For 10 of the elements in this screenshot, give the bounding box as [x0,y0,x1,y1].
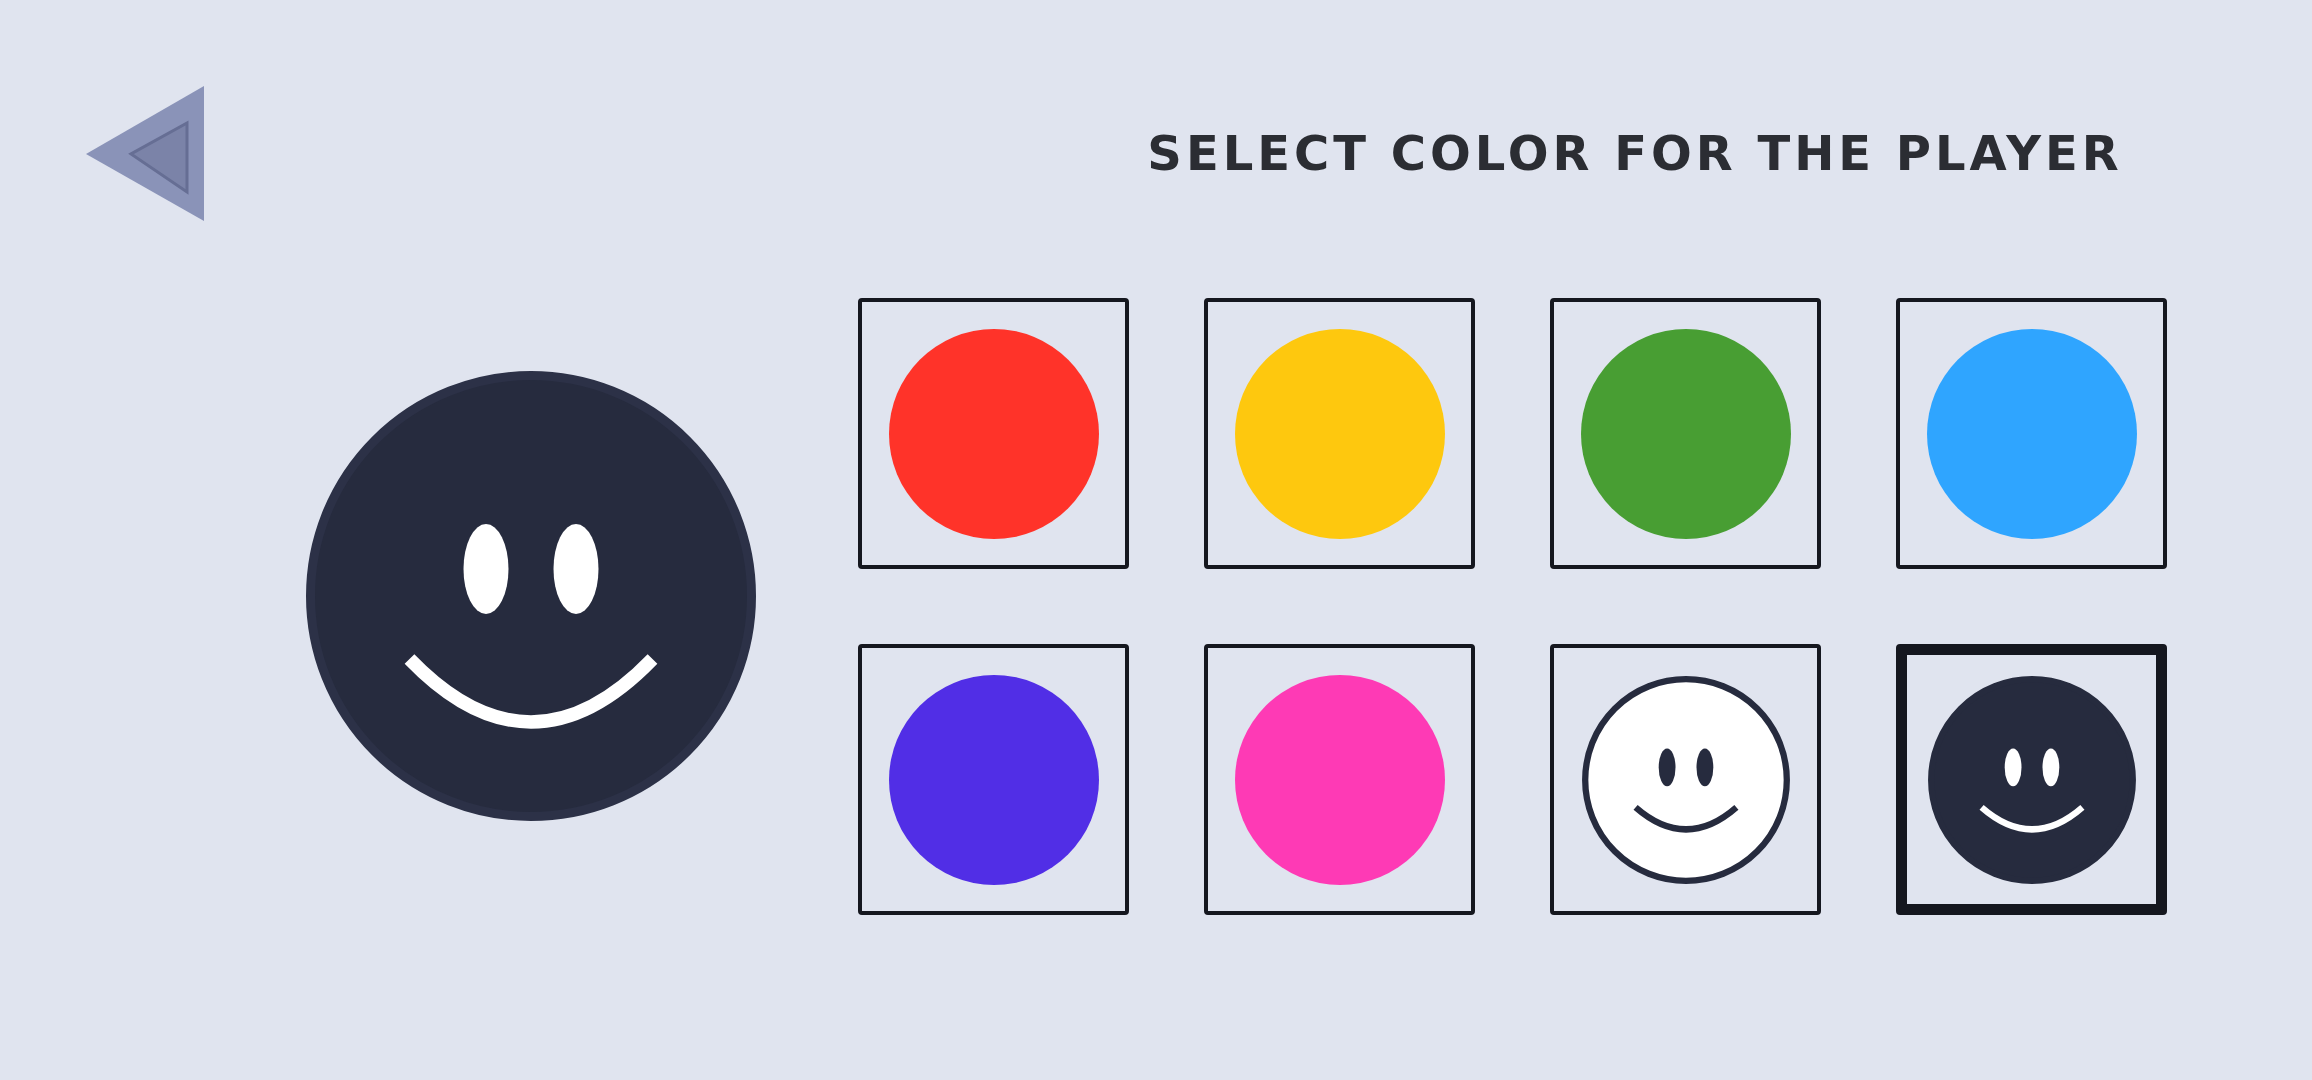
color-swatch[interactable] [1896,298,2167,569]
color-swatch[interactable] [858,644,1129,915]
screen-title: SELECT COLOR FOR THE PLAYER [1146,125,2124,181]
color-swatch[interactable] [1550,298,1821,569]
color-swatch[interactable] [1204,644,1475,915]
color-swatch[interactable] [858,298,1129,569]
color-swatch[interactable] [1550,644,1821,915]
color-swatch[interactable] [1896,644,2167,915]
back-button[interactable] [86,86,204,221]
color-swatch[interactable] [1204,298,1475,569]
